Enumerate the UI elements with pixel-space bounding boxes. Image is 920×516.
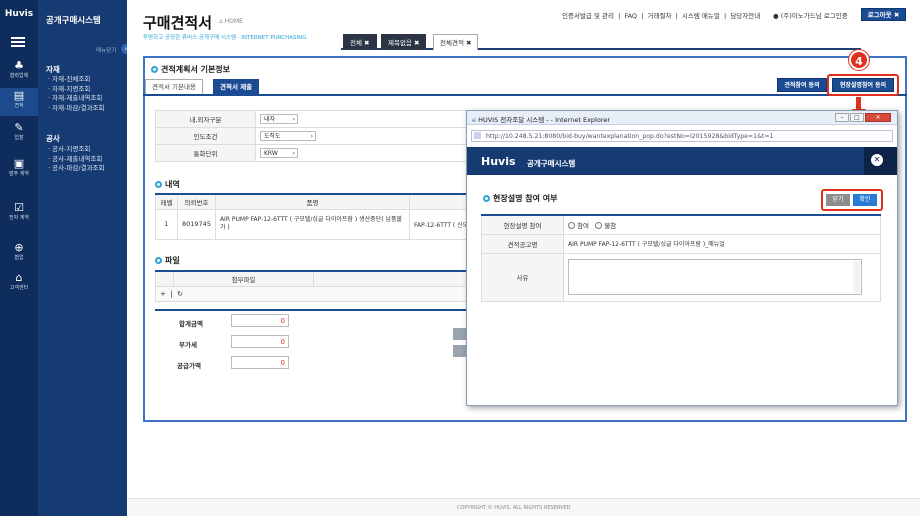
url-bar[interactable]: http://10.248.5.21:8080/bid-buy/wantexpl… — [471, 130, 893, 142]
popup-form: 현장설명 참여 참여 불참 견적공고명 AIR PUMP FAP-12-6TTT… — [481, 214, 881, 302]
side-button[interactable] — [453, 345, 467, 357]
quote-join-button[interactable]: 견적참여 동의 — [777, 78, 827, 92]
subtab-submit[interactable]: 견적서 제출 — [213, 79, 260, 94]
highlight-explain-button — [827, 74, 899, 96]
sum-line — [155, 309, 475, 311]
popup-logo: Huvis — [481, 155, 516, 168]
vat-field[interactable]: 0 — [231, 335, 289, 348]
nav-item-quote[interactable]: ▤ 견적 — [0, 88, 38, 116]
edit-icon: ✎ — [14, 121, 24, 134]
popup-window: e HUVIS 전자조달 시스템 - - Internet Explorer –… — [466, 110, 898, 406]
sidebar-title: 공개구매시스템 — [46, 16, 101, 26]
sidebar: 공개구매시스템 메뉴닫기 ‹ 자재 · 자재-진체조회 · 자재-지명조회 · … — [38, 0, 131, 516]
collapse-menu-label[interactable]: 메뉴닫기 — [96, 46, 116, 54]
sidebar-item[interactable]: · 공사-지명조회 — [48, 145, 105, 155]
cart-icon: ▣ — [13, 157, 25, 170]
sidebar-item[interactable]: · 자재-제출내역조회 — [48, 94, 105, 104]
total-amount-field[interactable]: 0 — [231, 314, 289, 327]
top-links: 인증서발급 및 관리 | FAQ | 거래절차 | 시스템 매뉴얼 | 담당자안… — [562, 12, 761, 20]
scrollbar[interactable] — [853, 261, 860, 293]
maximize-button[interactable]: □ — [850, 113, 864, 122]
page-icon — [474, 132, 481, 139]
popup-brand-sub: 공개구매시스템 — [527, 159, 576, 168]
close-icon[interactable]: ✖ — [466, 39, 471, 47]
table-row[interactable]: 1 8019745 AIR PUMP FAP-12-6TTT ( 구모텔/싱글 … — [155, 208, 476, 240]
popup-close-icon[interactable]: ✕ — [871, 154, 883, 166]
join-radio[interactable] — [568, 221, 575, 229]
nav-item-bid[interactable]: ✎ 입찰 — [0, 121, 38, 142]
subtab-basic[interactable]: 견적서 기본내용 — [145, 79, 203, 94]
close-icon[interactable]: ✖ — [364, 39, 369, 47]
nav-item-partner[interactable]: ♣ 협력업체 — [0, 59, 38, 80]
hamburger-icon[interactable] — [11, 37, 25, 47]
close-icon: ✖ — [893, 11, 900, 19]
document-icon: ▤ — [13, 89, 25, 102]
left-nav: Huvis ♣ 협력업체 ▤ 견적 ✎ 입찰 ▣ 발주 계약 ☑ 전자 계약 ⊕ 협업 ⌂ 고… — [0, 0, 38, 516]
currency-select[interactable]: KRW — [260, 148, 298, 158]
tab-all-quotes[interactable]: 전체견적 ✖ — [433, 34, 479, 50]
nav-item-order[interactable]: ▣ 발주 계약 — [0, 157, 38, 178]
sidebar-construction-list: · 공사-지명조회 · 공사-제출내역조회 · 공사-마감/결과조회 — [48, 145, 105, 174]
page-title: 구매견적서 — [143, 14, 213, 32]
check-icon: ☑ — [14, 201, 24, 214]
window-close-button[interactable]: ✕ — [865, 113, 891, 122]
highlight-popup-buttons — [821, 189, 883, 211]
domestic-select[interactable]: 내자 — [260, 114, 298, 124]
section-title-basic: 견적계획서 기본정보 — [151, 64, 230, 75]
link-faq[interactable]: FAQ — [624, 12, 637, 20]
file-table: 첨부파일 + | ↻ — [155, 270, 475, 302]
globe-icon: ⊕ — [14, 241, 24, 254]
minimize-button[interactable]: – — [835, 113, 849, 122]
sidebar-section-construction: 공사 — [46, 134, 60, 143]
link-process[interactable]: 거래절차 — [648, 12, 672, 20]
close-icon[interactable]: ✖ — [414, 39, 419, 47]
detail-table: 레벨 의뢰번호 품명 1 8019745 AIR PUMP FAP-12-6TTT … — [155, 193, 476, 240]
sidebar-item[interactable]: · 자재-마감/결과조회 — [48, 104, 105, 114]
absent-radio[interactable] — [595, 221, 603, 229]
support-icon: ⌂ — [15, 271, 23, 284]
sidebar-item[interactable]: · 자재-지명조회 — [48, 85, 105, 95]
nav-item-collab[interactable]: ⊕ 협업 — [0, 241, 38, 262]
user-status: ● (주)이노가드님 로그인중 — [773, 12, 848, 20]
sidebar-item[interactable]: · 공사-마감/결과조회 — [48, 164, 105, 174]
basic-form: 내,외자구분내자 인도조건도착도 통화단위KRW — [155, 110, 475, 162]
sidebar-material-list: · 자재-진체조회 · 자재-지명조회 · 자재-제출내역조회 · 자재-마감/… — [48, 75, 105, 113]
copyright: COPYRIGHT © HUVIS. ALL RIGHTS RESERVED — [457, 505, 571, 511]
delivery-select[interactable]: 도착도 — [260, 131, 316, 141]
huvis-logo: Huvis — [4, 9, 34, 19]
step-callout: 4 — [849, 50, 869, 70]
nav-item-econtract[interactable]: ☑ 전자 계약 — [0, 201, 38, 222]
ring-icon — [155, 181, 162, 188]
ring-icon — [151, 66, 158, 73]
sidebar-item[interactable]: · 공사-제출내역조회 — [48, 155, 105, 165]
add-file-button[interactable]: + — [160, 290, 166, 298]
subtab-line — [143, 94, 907, 96]
user-icon: ● — [773, 12, 781, 20]
tab-all[interactable]: 전체 ✖ — [343, 34, 377, 50]
link-manual[interactable]: 시스템 매뉴얼 — [682, 12, 720, 20]
section-title-detail: 내역 — [155, 179, 180, 190]
link-cert[interactable]: 인증서발급 및 관리 — [562, 12, 614, 20]
sidebar-section-material: 자재 — [46, 65, 60, 74]
ring-icon — [155, 257, 162, 264]
logout-button[interactable]: 로그아웃 ✖ — [861, 8, 906, 21]
tab-untitled[interactable]: 제목없음 ✖ — [381, 34, 427, 50]
people-icon: ♣ — [14, 59, 24, 72]
side-button[interactable] — [453, 328, 467, 340]
sidebar-item[interactable]: · 자재-진체조회 — [48, 75, 105, 85]
popup-section-title: 현장설명 참여 여부 — [483, 193, 557, 204]
refresh-icon[interactable]: ↻ — [177, 290, 183, 298]
supply-amount-field[interactable]: 0 — [231, 356, 289, 369]
popup-window-title: e HUVIS 전자조달 시스템 - - Internet Explorer — [472, 116, 611, 124]
ring-icon — [483, 195, 490, 202]
section-title-file: 파일 — [155, 255, 180, 266]
link-contact[interactable]: 담당자안내 — [730, 12, 760, 20]
breadcrumb: ⌂ HOME — [219, 18, 243, 25]
nav-item-support[interactable]: ⌂ 고객센터 — [0, 271, 38, 292]
page-subtitle: 투명하고 공정한 휴비스 공개구매 시스템 · INTERNET PURCHAS… — [143, 35, 307, 41]
reason-textarea[interactable] — [568, 259, 862, 295]
